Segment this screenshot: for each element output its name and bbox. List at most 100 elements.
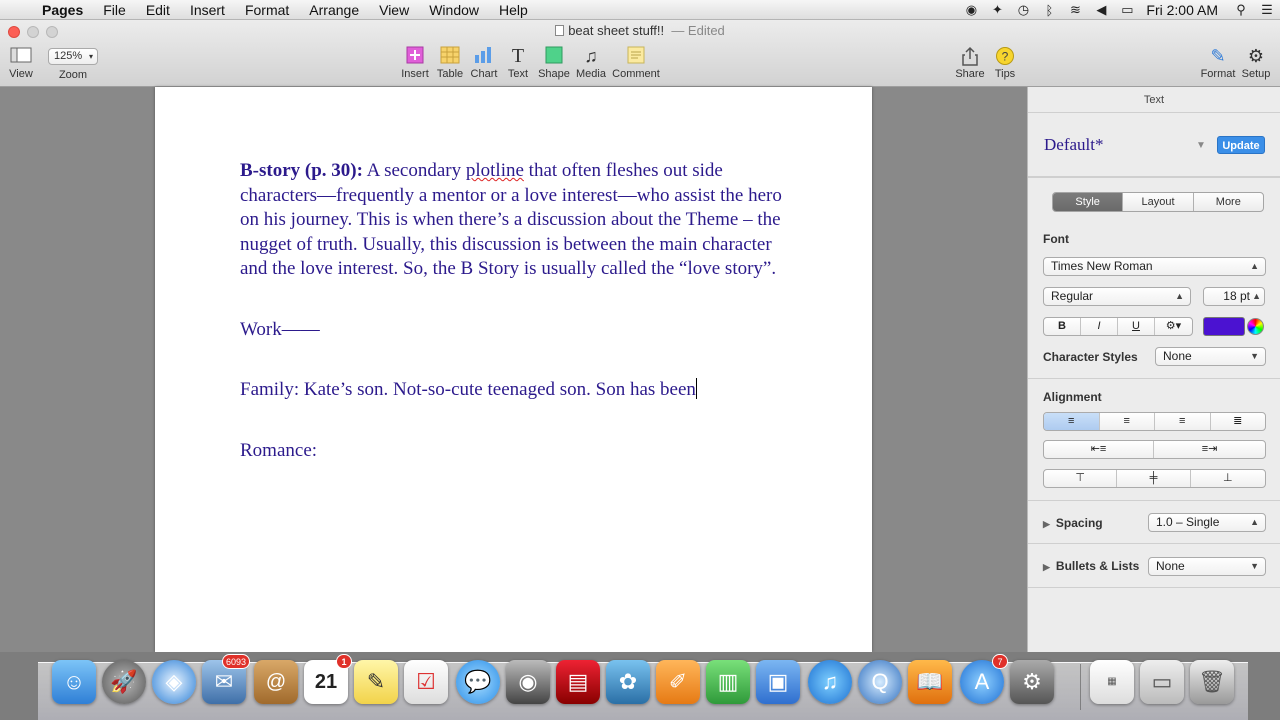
menu-view[interactable]: View (369, 0, 419, 20)
wifi-icon[interactable]: ≋ (1062, 2, 1088, 18)
media-button[interactable]: ♫ Media (575, 46, 607, 80)
bluetooth-icon[interactable]: ᛒ (1036, 3, 1062, 18)
align-right-icon[interactable]: ≡ (1155, 413, 1211, 430)
menu-window[interactable]: Window (419, 0, 489, 20)
launchpad-icon[interactable]: 🚀 (102, 660, 146, 704)
spacing-popup[interactable]: 1.0 – Single ▲ (1148, 513, 1266, 532)
menu-edit[interactable]: Edit (136, 0, 180, 20)
style-dropdown-icon[interactable]: ▼ (1196, 140, 1206, 151)
paragraph-romance[interactable]: Romance: (240, 439, 800, 464)
battery-icon[interactable]: ▭ (1114, 2, 1140, 18)
contacts-icon[interactable]: @ (254, 660, 298, 704)
record-icon[interactable]: ◉ (958, 2, 984, 18)
menu-format[interactable]: Format (235, 0, 299, 20)
text-button[interactable]: T Text (504, 46, 532, 80)
calendar-icon[interactable]: 21 1 (304, 654, 352, 704)
zoom-control[interactable]: 125% ▾ Zoom (46, 46, 100, 81)
finder-icon[interactable]: ☺ (52, 660, 96, 704)
tab-more[interactable]: More (1194, 193, 1263, 211)
menu-clock[interactable]: Fri 2:00 AM (1140, 2, 1228, 18)
paragraph-family[interactable]: Family: Kate’s son. Not-so-cute teenaged… (240, 378, 800, 403)
text-options-gear-icon[interactable]: ⚙▾ (1155, 318, 1192, 335)
insert-button[interactable]: Insert (400, 46, 430, 80)
zoom-popup[interactable]: 125% ▾ (48, 48, 98, 65)
increase-indent-icon[interactable]: ≡⇥ (1154, 441, 1265, 458)
chart-icon (469, 46, 499, 66)
menu-file[interactable]: File (93, 0, 136, 20)
time-machine-icon[interactable]: ◷ (1010, 2, 1036, 18)
pages-icon[interactable]: ✐ (656, 660, 700, 704)
notification-center-icon[interactable]: ☰ (1254, 2, 1280, 18)
align-center-icon[interactable]: ≡ (1100, 413, 1155, 430)
view-button[interactable]: View (8, 46, 34, 80)
mail-icon[interactable]: ✉ 6093 (202, 654, 250, 704)
menu-insert[interactable]: Insert (180, 0, 235, 20)
chart-button[interactable]: Chart (469, 46, 499, 80)
keynote-icon[interactable]: ▣ (756, 660, 800, 704)
update-style-button[interactable]: Update (1217, 136, 1265, 154)
decrease-indent-icon[interactable]: ⇤≡ (1044, 441, 1155, 458)
system-preferences-icon[interactable]: ⚙ (1010, 660, 1054, 704)
bullets-disclosure[interactable]: ▶ Bullets & Lists (1043, 559, 1139, 573)
align-justify-icon[interactable]: ≣ (1211, 413, 1266, 430)
text-color-well[interactable] (1203, 317, 1245, 336)
align-middle-icon[interactable]: ╪ (1117, 470, 1191, 487)
table-button[interactable]: Table (435, 46, 465, 80)
stepper-arrows-icon: ▲ (1250, 261, 1259, 271)
tab-style[interactable]: Style (1053, 193, 1124, 211)
align-left-icon[interactable]: ≡ (1044, 413, 1100, 430)
align-top-icon[interactable]: ⊤ (1044, 470, 1118, 487)
comment-button[interactable]: Comment (612, 46, 660, 80)
dock-separator (1080, 664, 1081, 710)
photo-booth-icon[interactable]: ▤ (556, 660, 600, 704)
quicktime-icon[interactable]: Q (858, 660, 902, 704)
numbers-icon[interactable]: ▥ (706, 660, 750, 704)
tab-layout[interactable]: Layout (1123, 193, 1194, 211)
menu-app-name[interactable]: Pages (38, 0, 93, 20)
safari-icon[interactable]: ◈ (152, 660, 196, 704)
character-styles-popup[interactable]: None ▼ (1155, 347, 1266, 366)
spotlight-icon[interactable]: ⚲ (1228, 2, 1254, 18)
tips-button[interactable]: ? Tips (991, 46, 1019, 80)
font-family-popup[interactable]: Times New Roman ▲ (1043, 257, 1266, 276)
share-icon (955, 46, 985, 66)
share-button[interactable]: Share (955, 46, 985, 80)
alignment-label: Alignment (1043, 390, 1102, 404)
itunes-icon[interactable]: ♫ (808, 660, 852, 704)
stickies-icon[interactable]: ✎ (354, 660, 398, 704)
trash-icon[interactable]: 🗑 (1190, 660, 1234, 704)
dropbox-icon[interactable]: ✦ (984, 2, 1010, 18)
spacing-disclosure[interactable]: ▶ Spacing (1043, 516, 1103, 530)
shape-button[interactable]: Shape (538, 46, 570, 80)
app-store-icon[interactable]: A7 (960, 654, 1008, 704)
italic-button[interactable]: I (1081, 318, 1118, 335)
misspelled-word[interactable]: plotline (466, 160, 524, 181)
reminders-icon[interactable]: ☑ (404, 660, 448, 704)
status-area: ◉ ✦ ◷ ᛒ ≋ ◀ ▭ Fri 2:00 AM ⚲ ☰ (958, 0, 1280, 20)
setup-button[interactable]: ⚙ Setup (1240, 46, 1272, 80)
bullets-popup[interactable]: None ▼ (1148, 557, 1266, 576)
typeface-popup[interactable]: Regular ▲ (1043, 287, 1191, 306)
window-title: beat sheet stuff!! — Edited (0, 23, 1280, 38)
format-button[interactable]: ✎ Format (1200, 46, 1236, 80)
share-label: Share (955, 68, 985, 80)
xlsx-file-icon[interactable]: ▦ (1090, 660, 1134, 704)
facetime-icon[interactable]: ◉ (506, 660, 550, 704)
ibooks-icon[interactable]: 📖 (908, 660, 952, 704)
menu-help[interactable]: Help (489, 0, 538, 20)
font-size-field[interactable]: 18 pt ▲ (1203, 287, 1265, 306)
menu-arrange[interactable]: Arrange (299, 0, 369, 20)
underline-button[interactable]: U (1118, 318, 1155, 335)
bold-button[interactable]: B (1044, 318, 1081, 335)
color-wheel-icon[interactable] (1247, 318, 1264, 335)
paragraph-work[interactable]: Work—— (240, 318, 800, 343)
align-bottom-icon[interactable]: ⊥ (1191, 470, 1265, 487)
paragraph-b-story[interactable]: B-story (p. 30): A secondary plotline th… (240, 159, 800, 282)
document-page[interactable]: B-story (p. 30): A secondary plotline th… (155, 87, 872, 652)
iphoto-icon[interactable]: ✿ (606, 660, 650, 704)
messages-icon[interactable]: 💬 (456, 660, 500, 704)
document-body[interactable]: B-story (p. 30): A secondary plotline th… (240, 159, 800, 499)
volume-icon[interactable]: ◀ (1088, 2, 1114, 18)
downloads-stack-icon[interactable]: ▭ (1140, 660, 1184, 704)
paragraph-style-name[interactable]: Default* (1044, 135, 1103, 155)
